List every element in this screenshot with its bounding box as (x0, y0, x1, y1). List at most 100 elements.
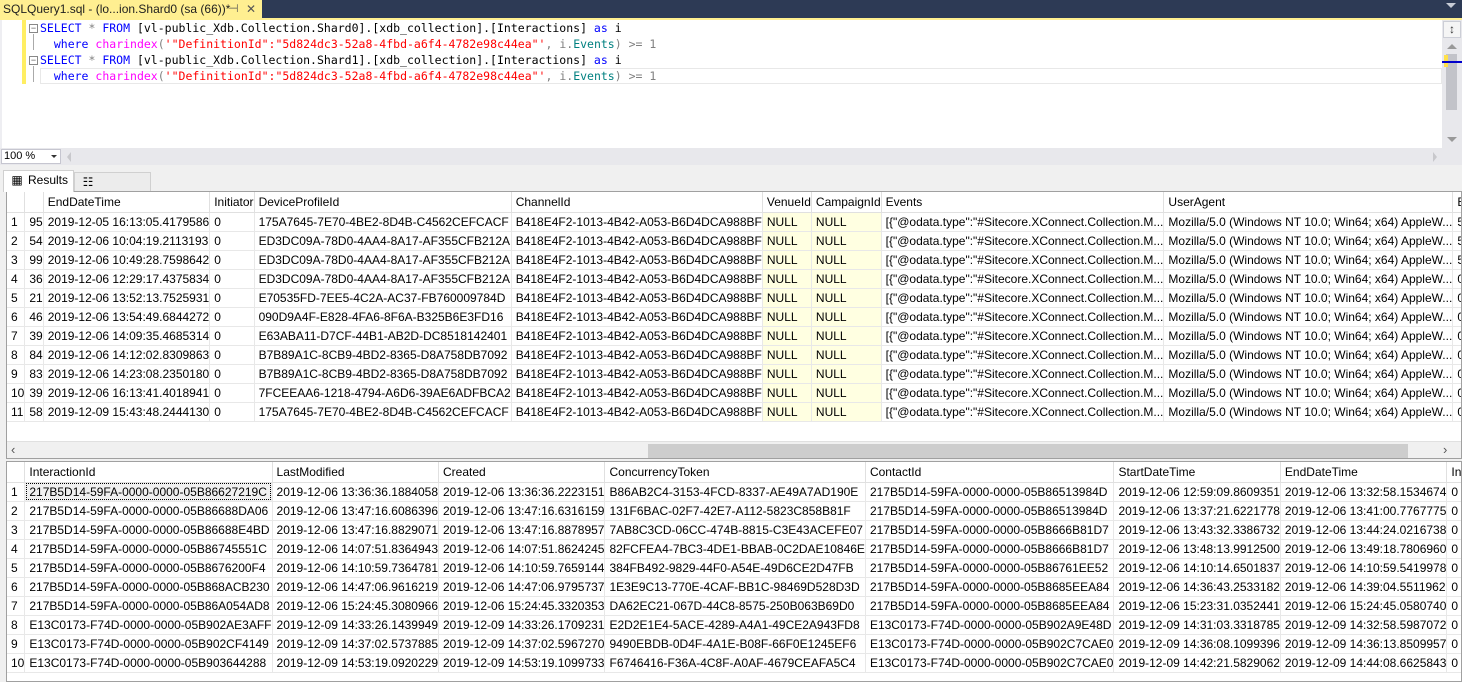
table-row[interactable]: 6 46 2019-12-06 13:54:49.6844272 0 090D9A4F-… (7, 307, 1461, 327)
table-cell[interactable]: NULL (762, 288, 812, 308)
row-number[interactable]: 5 (7, 558, 26, 578)
table-cell[interactable]: 2019-12-06 15:23:31.0352441 (1113, 596, 1281, 616)
table-cell[interactable]: F6746416-F36A-4C8F-A0AF-4679CEAFA5C4 (604, 653, 866, 673)
collapse-icon[interactable]: − (29, 56, 38, 65)
table-row[interactable]: 10 39 2019-12-06 16:13:41.4018941 0 7FCEEAA6… (7, 383, 1461, 403)
table-cell[interactable]: 0 (1446, 539, 1461, 559)
table-cell[interactable]: 2019-12-06 14:12:02.8309863 (43, 345, 211, 365)
table-cell[interactable]: 217B5D14-59FA-0000-0000-05B8685EEA84 (865, 577, 1115, 597)
row-number[interactable]: 11 (7, 402, 26, 422)
table-cell[interactable]: 0 (1452, 383, 1461, 403)
table-cell[interactable]: 2019-12-06 13:41:00.7767775 (1280, 501, 1448, 521)
table-cell[interactable]: 1E3E9C13-770E-4CAF-BB1C-98469D528D3D (604, 577, 866, 597)
table-row[interactable]: 2 54 2019-12-06 10:04:19.2113193 0 ED3DC09A-… (7, 231, 1461, 251)
table-cell[interactable]: 2019-12-06 14:47:06.9616219 (272, 577, 440, 597)
table-row[interactable]: 4 36 2019-12-06 12:29:17.4375834 0 ED3DC09A-… (7, 269, 1461, 289)
table-cell[interactable]: 0 (1452, 364, 1461, 384)
table-cell[interactable]: ED3DC09A-78D0-4AA4-8A17-AF355CFB212A (254, 231, 512, 251)
scroll-right-icon[interactable] (1433, 152, 1437, 162)
table-cell[interactable]: 2019-12-06 13:54:49.6844272 (43, 307, 211, 327)
table-cell[interactable]: 2019-12-06 13:47:16.6086396 (272, 501, 440, 521)
table-cell[interactable]: 39 (24, 326, 44, 346)
table-cell[interactable]: B418E4F2-1013-4B42-A053-B6D4DCA988BF (511, 231, 763, 251)
grid-1-scrollbar-thumb[interactable] (648, 444, 1408, 458)
table-cell[interactable]: 0 (209, 307, 255, 327)
table-cell[interactable]: NULL (811, 364, 882, 384)
table-cell[interactable]: B418E4F2-1013-4B42-A053-B6D4DCA988BF (511, 307, 763, 327)
table-cell[interactable]: E2D2E1E4-5ACE-4289-A4A1-49CE2A943FD8 (604, 615, 866, 635)
table-cell[interactable]: 0 (209, 231, 255, 251)
table-cell[interactable]: B418E4F2-1013-4B42-A053-B6D4DCA988BF (511, 269, 763, 289)
table-cell[interactable]: 2019-12-09 14:53:19.1099733 (438, 653, 606, 673)
table-cell[interactable]: 39 (24, 383, 44, 403)
table-cell[interactable]: 217B5D14-59FA-0000-0000-05B86513984D (865, 482, 1115, 502)
table-cell[interactable]: Mozilla/5.0 (Windows NT 10.0; Win64; x64… (1163, 345, 1454, 365)
table-cell[interactable]: 2019-12-06 13:47:16.8878957 (438, 520, 606, 540)
table-cell[interactable]: NULL (762, 250, 812, 270)
table-cell[interactable]: 217B5D14-59FA-0000-0000-05B86745551C (24, 539, 273, 559)
table-cell[interactable]: B86AB2C4-3153-4FCD-8337-AE49A7AD190E (604, 482, 866, 502)
table-cell[interactable]: E13C0173-F74D-0000-0000-05B902AE3AFF (24, 615, 273, 635)
table-cell[interactable]: 2019-12-06 12:29:17.4375834 (43, 269, 211, 289)
table-cell[interactable]: E13C0173-F74D-0000-0000-05B903644288 (24, 653, 273, 673)
table-cell[interactable]: 2019-12-06 14:09:35.4685314 (43, 326, 211, 346)
table-cell[interactable]: 2019-12-06 13:47:16.8829071 (272, 520, 440, 540)
table-cell[interactable]: 2019-12-06 14:36:43.2533182 (1113, 577, 1281, 597)
table-cell[interactable]: 83 (24, 364, 44, 384)
table-cell[interactable]: 2019-12-06 13:32:58.1534674 (1280, 482, 1448, 502)
table-cell[interactable]: 217B5D14-59FA-0000-0000-05B86627219C (24, 482, 273, 502)
table-cell[interactable]: NULL (811, 307, 882, 327)
table-cell[interactable]: 0 (209, 250, 255, 270)
table-cell[interactable]: [{"@odata.type":"#Sitecore.XConnect.Coll… (881, 250, 1165, 270)
table-cell[interactable]: 175A7645-7E70-4BE2-8D4B-C4562CEFCACF (254, 402, 512, 422)
table-row[interactable]: 9 E13C0173-F74D-0000-0000-05B902CF4149 201… (7, 634, 1461, 654)
row-number[interactable]: 2 (7, 501, 26, 521)
table-cell[interactable]: 217B5D14-59FA-0000-0000-05B8676200F4 (24, 558, 273, 578)
table-row[interactable]: 1 95 2019-12-05 16:13:05.4179586 0 175A7645-… (7, 212, 1461, 232)
table-cell[interactable]: 82FCFEA4-7BC3-4DE1-BBAB-0C2DAE10846E (604, 539, 866, 559)
row-number[interactable]: 8 (7, 615, 26, 635)
table-cell[interactable]: Mozilla/5.0 (Windows NT 10.0; Win64; x64… (1163, 288, 1454, 308)
collapse-icon[interactable]: − (29, 24, 38, 33)
column-header[interactable]: ContactId (865, 462, 1115, 483)
table-cell[interactable]: 2019-12-09 14:33:26.1439949 (272, 615, 440, 635)
table-cell[interactable]: 2019-12-06 14:47:06.9795737 (438, 577, 606, 597)
row-number[interactable]: 4 (7, 269, 26, 289)
table-cell[interactable]: 2019-12-06 10:04:19.2113193 (43, 231, 211, 251)
table-cell[interactable]: NULL (762, 402, 812, 422)
column-header[interactable]: ConcurrencyToken (604, 462, 866, 483)
table-cell[interactable]: 2019-12-06 13:52:13.7525931 (43, 288, 211, 308)
table-row[interactable]: 8 84 2019-12-06 14:12:02.8309863 0 B7B89A1C-… (7, 345, 1461, 365)
row-number[interactable]: 2 (7, 231, 26, 251)
table-cell[interactable]: 2019-12-06 14:39:04.5511962 (1280, 577, 1448, 597)
document-tab[interactable]: SQLQuery1.sql - (lo...ion.Shard0 (sa (66… (0, 0, 262, 18)
table-cell[interactable]: 0 (1446, 501, 1461, 521)
table-cell[interactable]: NULL (762, 212, 812, 232)
table-cell[interactable]: B418E4F2-1013-4B42-A053-B6D4DCA988BF (511, 212, 763, 232)
row-number[interactable]: 7 (7, 326, 26, 346)
table-cell[interactable]: 2019-12-09 14:42:21.5829062 (1113, 653, 1281, 673)
row-number[interactable]: 1 (7, 482, 26, 502)
table-cell[interactable]: 2019-12-06 13:36:36.2223151 (438, 482, 606, 502)
table-cell[interactable]: 0 (1446, 558, 1461, 578)
table-cell[interactable]: 2019-12-09 14:31:03.3318785 (1113, 615, 1281, 635)
query-editor[interactable]: − − SELECT * FROM [vl-public_Xdb.Collect… (0, 20, 1442, 148)
table-cell[interactable]: 2019-12-09 14:36:13.8509957 (1280, 634, 1448, 654)
table-cell[interactable]: E63ABA11-D7CF-44B1-AB2D-DC8518142401 (254, 326, 512, 346)
table-cell[interactable]: 54 (24, 231, 44, 251)
table-cell[interactable]: [{"@odata.type":"#Sitecore.XConnect.Coll… (881, 231, 1165, 251)
split-window-icon[interactable]: ↕ (1443, 21, 1461, 38)
table-cell[interactable]: 2019-12-09 14:37:02.5737885 (272, 634, 440, 654)
table-cell[interactable]: 2019-12-06 14:10:59.7659144 (438, 558, 606, 578)
row-number[interactable]: 8 (7, 345, 26, 365)
table-cell[interactable]: 0 (1446, 482, 1461, 502)
column-header[interactable]: LastModified (272, 462, 440, 483)
column-header[interactable]: Engagem (1452, 192, 1461, 213)
table-cell[interactable]: 090D9A4F-E828-4FA6-8F6A-B325B6E3FD16 (254, 307, 512, 327)
table-cell[interactable]: ED3DC09A-78D0-4AA4-8A17-AF355CFB212A (254, 269, 512, 289)
table-cell[interactable]: B418E4F2-1013-4B42-A053-B6D4DCA988BF (511, 345, 763, 365)
table-cell[interactable]: NULL (811, 212, 882, 232)
table-cell[interactable]: NULL (762, 364, 812, 384)
table-cell[interactable]: NULL (762, 231, 812, 251)
table-cell[interactable]: NULL (811, 231, 882, 251)
